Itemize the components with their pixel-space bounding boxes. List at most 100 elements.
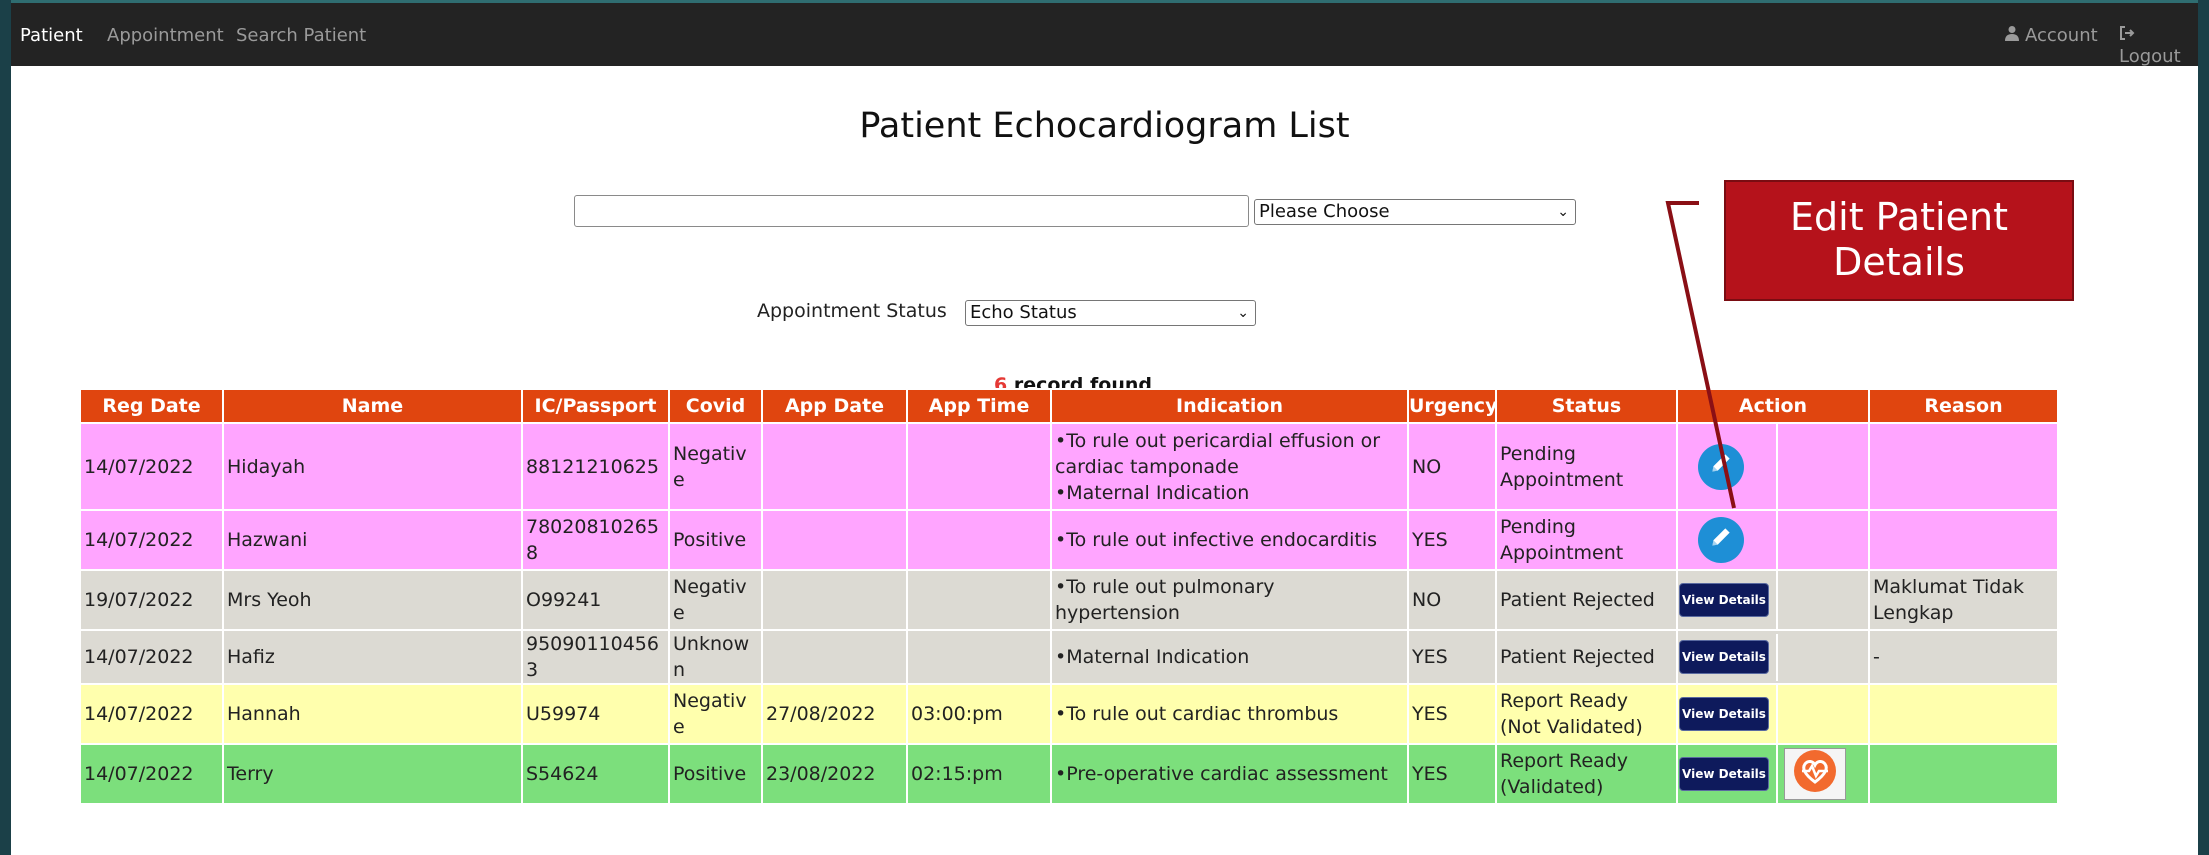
logout-label: Logout [2119, 46, 2181, 67]
indication-item: •Maternal Indication [1055, 646, 1250, 668]
cell-reg-date: 14/07/2022 [79, 683, 224, 745]
cell-app-date [761, 509, 908, 571]
search-field-select-value: Please Choose [1259, 201, 1390, 222]
col-indication[interactable]: Indication [1050, 388, 1409, 424]
col-reason[interactable]: Reason [1868, 388, 2059, 424]
nav-account[interactable]: Account [2005, 25, 2098, 46]
nav-patient[interactable]: Patient [20, 25, 83, 46]
cell-action: View Details [1676, 569, 1870, 631]
action-primary: View Details [1678, 571, 1778, 629]
pencil-icon [1708, 524, 1734, 557]
view-details-button[interactable]: View Details [1679, 583, 1769, 617]
cell-app-date [761, 422, 908, 511]
col-reg-date[interactable]: Reg Date [79, 388, 224, 424]
cell-covid: Negative [668, 569, 763, 631]
cell-status: Pending Appointment [1495, 509, 1678, 571]
action-primary: View Details [1678, 633, 1778, 681]
cell-reg-date: 14/07/2022 [79, 422, 224, 511]
cell-action: View Details [1676, 683, 1870, 745]
frame-right [2198, 0, 2209, 855]
user-icon [2005, 25, 2019, 46]
cell-urgency: NO [1407, 422, 1497, 511]
cell-reason [1868, 509, 2059, 571]
search-input[interactable] [574, 195, 1249, 227]
cell-status: Report Ready (Not Validated) [1495, 683, 1678, 745]
cell-app-date: 23/08/2022 [761, 743, 908, 805]
table-row: 14/07/2022 Hafiz 950901104563 Unknown •Mater… [79, 629, 2059, 685]
cell-app-time: 03:00:pm [906, 683, 1052, 745]
cell-app-time [906, 629, 1052, 685]
cell-action: View Details [1676, 743, 1870, 805]
cell-status: Patient Rejected [1495, 629, 1678, 685]
cell-app-date: 27/08/2022 [761, 683, 908, 745]
cell-covid: Negative [668, 683, 763, 745]
edit-patient-button[interactable] [1698, 517, 1744, 563]
table-row: 14/07/2022 Terry S54624 Positive 23/08/2022 0… [79, 743, 2059, 805]
col-app-time[interactable]: App Time [906, 388, 1052, 424]
cell-app-time [906, 509, 1052, 571]
col-ic-passport[interactable]: IC/Passport [521, 388, 670, 424]
cell-ic-passport: S54624 [521, 743, 670, 805]
cell-covid: Positive [668, 509, 763, 571]
col-name[interactable]: Name [222, 388, 523, 424]
action-primary [1678, 424, 1778, 509]
table-header-row: Reg Date Name IC/Passport Covid App Date… [79, 388, 2059, 424]
nav-appointment[interactable]: Appointment [107, 25, 224, 46]
view-details-button[interactable]: View Details [1679, 697, 1769, 731]
cell-urgency: YES [1407, 743, 1497, 805]
nav-search-patient[interactable]: Search Patient [236, 25, 366, 46]
cell-name: Hidayah [222, 422, 523, 511]
cell-reason [1868, 422, 2059, 511]
chevron-down-icon: ⌄ [1237, 305, 1249, 321]
cell-urgency: YES [1407, 683, 1497, 745]
indication-item: •To rule out infective endocarditis [1055, 529, 1378, 551]
table-body: 14/07/2022 Hidayah 88121210625 Negative •To … [79, 422, 2059, 805]
cell-reg-date: 14/07/2022 [79, 743, 224, 805]
cell-covid: Negative [668, 422, 763, 511]
cell-app-time [906, 569, 1052, 631]
table-row: 19/07/2022 Mrs Yeoh O99241 Negative •To rule… [79, 569, 2059, 631]
cell-name: Hafiz [222, 629, 523, 685]
cell-app-date [761, 629, 908, 685]
search-field-select[interactable]: Please Choose ⌄ [1254, 199, 1576, 225]
cell-indication: •Pre-operative cardiac assessment [1050, 743, 1409, 805]
view-details-button[interactable]: View Details [1679, 640, 1769, 674]
cell-covid: Positive [668, 743, 763, 805]
logout-icon [2119, 25, 2135, 46]
cell-indication: •To rule out cardiac thrombus [1050, 683, 1409, 745]
cell-reg-date: 14/07/2022 [79, 509, 224, 571]
echo-status-select[interactable]: Echo Status ⌄ [965, 300, 1256, 326]
cell-urgency: NO [1407, 569, 1497, 631]
col-urgency[interactable]: Urgency [1407, 388, 1497, 424]
appointment-status-label: Appointment Status [757, 300, 947, 322]
cell-ic-passport: 950901104563 [521, 629, 670, 685]
indication-item: •To rule out pulmonary hypertension [1055, 576, 1275, 624]
echo-report-button[interactable] [1784, 748, 1846, 800]
cell-ic-passport: U59974 [521, 683, 670, 745]
col-status[interactable]: Status [1495, 388, 1678, 424]
echo-status-select-value: Echo Status [970, 302, 1077, 323]
cell-reason: Maklumat Tidak Lengkap [1868, 569, 2059, 631]
table-row: 14/07/2022 Hazwani 780208102658 Positive •To… [79, 509, 2059, 571]
col-covid[interactable]: Covid [668, 388, 763, 424]
cell-covid: Unknown [668, 629, 763, 685]
top-navbar: Patient Appointment Search Patient Accou… [11, 0, 2198, 67]
nav-logout[interactable]: Logout [2119, 25, 2198, 67]
cell-status: Pending Appointment [1495, 422, 1678, 511]
heart-pulse-icon [1792, 748, 1838, 801]
indication-item: •To rule out pericardial effusion or car… [1055, 429, 1381, 478]
action-primary: View Details [1678, 685, 1778, 743]
cell-app-time [906, 422, 1052, 511]
cell-reason: - [1868, 629, 2059, 685]
page-title: Patient Echocardiogram List [859, 106, 1350, 146]
pencil-icon [1708, 450, 1734, 483]
edit-patient-button[interactable] [1698, 443, 1744, 490]
cell-ic-passport: O99241 [521, 569, 670, 631]
indication-item: •Pre-operative cardiac assessment [1055, 763, 1388, 785]
cell-indication: •To rule out pericardial effusion or car… [1050, 422, 1409, 511]
action-primary [1678, 511, 1778, 569]
col-action: Action [1676, 388, 1870, 424]
frame-left [0, 0, 11, 855]
col-app-date[interactable]: App Date [761, 388, 908, 424]
view-details-button[interactable]: View Details [1679, 757, 1769, 791]
